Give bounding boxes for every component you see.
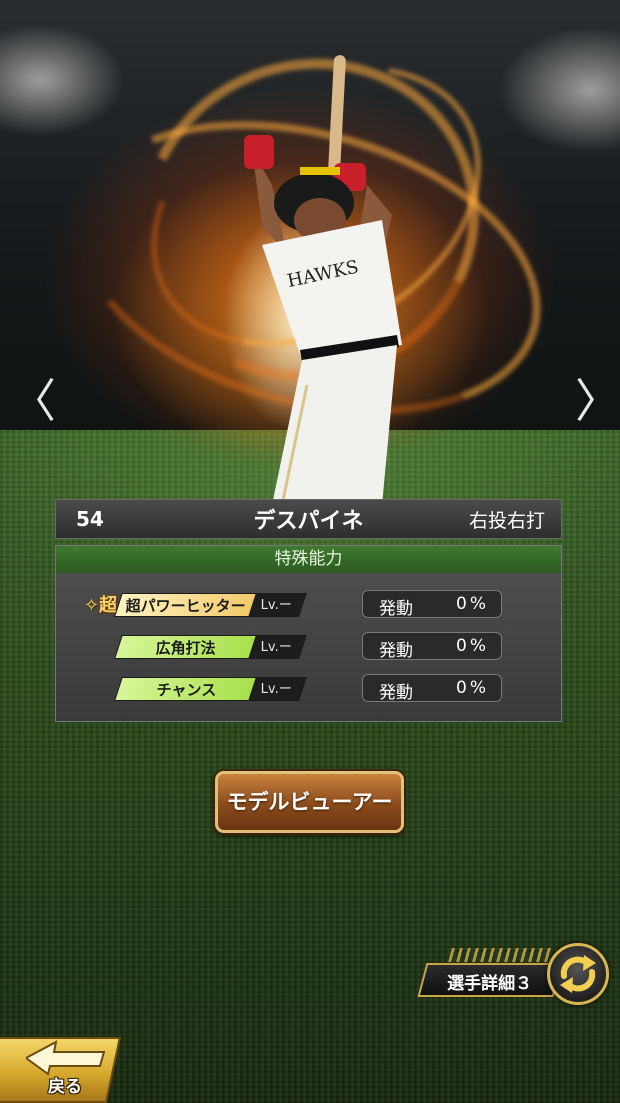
trigger-label: 発動 [379,599,413,619]
switch-detail-button[interactable] [547,943,609,1005]
ability-tag[interactable]: 超パワーヒッター Lv.ー [114,593,307,617]
back-label: 戻る [48,1077,82,1097]
previous-player-arrow-icon[interactable]: 〈 [10,378,56,424]
ability-name: 超パワーヒッター [126,597,247,615]
ability-row: ✧超 超パワーヒッター Lv.ー 発動 0% [56,590,563,620]
ability-tag[interactable]: 広角打法 Lv.ー [114,635,307,659]
ability-row: 広角打法 Lv.ー 発動 0% [56,632,563,662]
special-abilities-panel: 特殊能力 ✧超 超パワーヒッター Lv.ー 発動 0% 広角打法 Lv.ー 発動… [55,545,562,722]
player-info-bar: 54 デスパイネ 右投右打 [55,499,562,539]
refresh-arrows-icon [560,955,596,993]
trigger-value: 0% [456,594,489,614]
trigger-rate-box: 発動 0% [362,632,502,661]
ability-level: Lv.ー [261,640,293,655]
trigger-label: 発動 [379,683,413,703]
player-image: HAWKS [244,55,402,505]
next-player-arrow-icon[interactable]: 〉 [575,378,620,424]
ability-name: チャンス [156,681,216,699]
player-detail-label: 選手詳細３ [447,974,533,994]
super-star-icon: ✧超 [84,595,118,616]
back-arrow-icon [26,1040,106,1076]
ability-row: チャンス Lv.ー 発動 0% [56,674,563,704]
model-viewer-button[interactable]: モデルビューアー [215,771,404,833]
ability-tag[interactable]: チャンス Lv.ー [114,677,307,701]
player-detail-button[interactable]: 選手詳細３ [417,963,563,997]
trigger-rate-box: 発動 0% [362,674,502,703]
panel-header: 特殊能力 [56,546,561,573]
throw-bat-handedness: 右投右打 [468,509,545,532]
ability-level: Lv.ー [261,598,293,613]
trigger-value: 0% [456,678,489,698]
ability-name: 広角打法 [156,639,217,657]
trigger-label: 発動 [379,641,413,661]
detail-decoration [448,948,556,962]
trigger-value: 0% [456,636,489,656]
trigger-rate-box: 発動 0% [362,590,502,619]
ability-level: Lv.ー [261,682,293,697]
